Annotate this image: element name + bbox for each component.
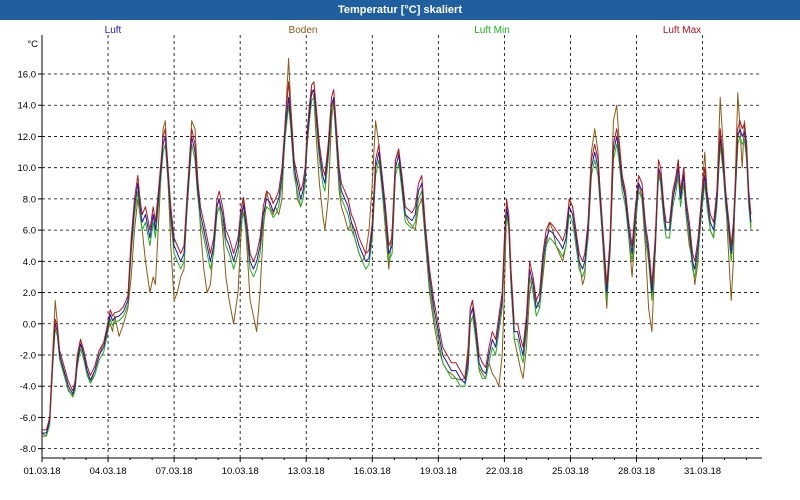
y-tick-label: 4.0	[23, 257, 36, 268]
x-tick-label: 25.03.18	[552, 466, 589, 477]
chart-background	[0, 20, 800, 500]
y-tick-label: 0.0	[23, 319, 36, 330]
legend-item-luft: Luft	[105, 25, 122, 36]
y-tick-label: 2.0	[23, 288, 36, 299]
x-tick-label: 10.03.18	[222, 466, 259, 477]
y-tick-label: -6.0	[20, 413, 36, 424]
x-tick-label: 16.03.18	[354, 466, 391, 477]
y-tick-label: -4.0	[20, 382, 36, 393]
x-tick-label: 22.03.18	[486, 466, 523, 477]
legend-item-boden: Boden	[289, 25, 318, 36]
y-unit-label: °C	[27, 39, 38, 50]
y-tick-label: -8.0	[20, 444, 36, 455]
x-tick-label: 28.03.18	[618, 466, 655, 477]
temperature-chart: -8.0 -6.0 -4.0 -2.0 0.0 2.0 4.0 6.0 8.0 10.0 12.0 1…	[0, 20, 800, 500]
x-tick-label: 31.03.18	[684, 466, 721, 477]
legend-item-luft-max: Luft Max	[663, 25, 701, 36]
y-tick-label: 14.0	[18, 101, 37, 112]
chart-title: Temperatur [°C] skaliert	[0, 0, 800, 20]
legend-item-luft-min: Luft Min	[474, 25, 510, 36]
x-tick-label: 07.03.18	[156, 466, 193, 477]
x-tick-label: 01.03.18	[24, 466, 61, 477]
y-tick-label: -2.0	[20, 350, 36, 361]
x-tick-label: 04.03.18	[90, 466, 127, 477]
y-tick-label: 16.0	[18, 70, 37, 81]
y-tick-label: 6.0	[23, 226, 36, 237]
x-tick-label: 19.03.18	[420, 466, 457, 477]
y-tick-label: 8.0	[23, 194, 36, 205]
chart-window: Temperatur [°C] skaliert -8.0 -6.0 -4.0 -2.…	[0, 0, 800, 500]
y-tick-label: 10.0	[18, 163, 37, 174]
y-tick-label: 12.0	[18, 132, 37, 143]
x-tick-label: 13.03.18	[288, 466, 325, 477]
